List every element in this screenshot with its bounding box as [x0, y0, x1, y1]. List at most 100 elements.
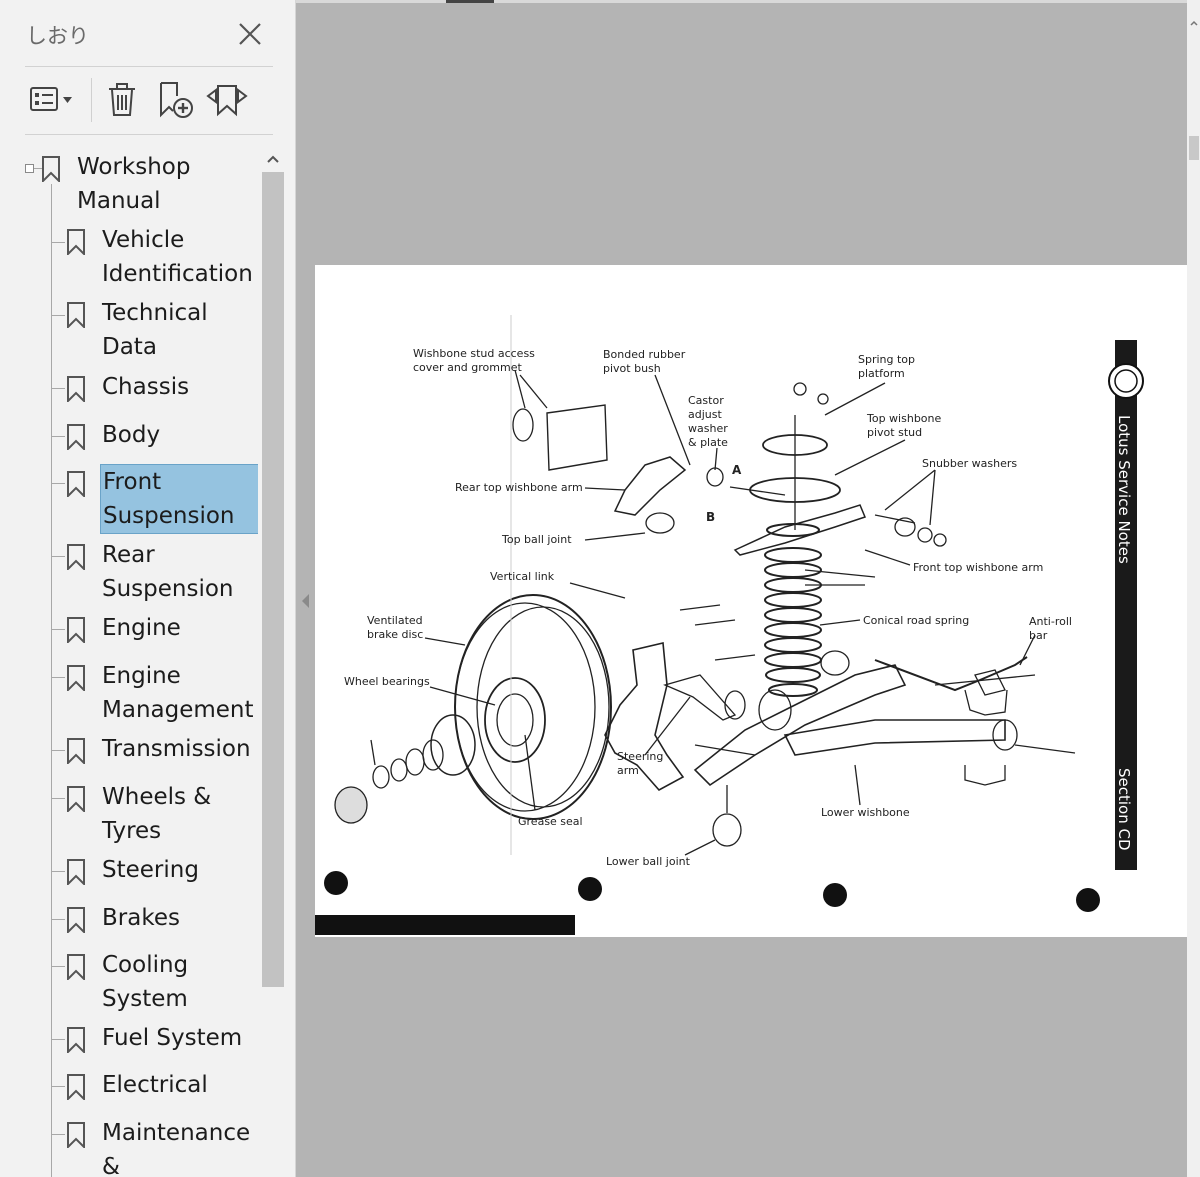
chevron-up-icon[interactable] [265, 152, 281, 166]
label-conical-spring: Conical road spring [863, 614, 969, 627]
lotus-logo [1108, 363, 1144, 399]
divider [25, 134, 273, 135]
document-page: Wishbone stud access cover and grommet Bo… [315, 265, 1187, 937]
bookmark-engine[interactable]: Engine [65, 611, 255, 647]
punch-hole [823, 883, 847, 907]
bookmark-label: Steering [102, 857, 199, 883]
label-wishbone-stud: Wishbone stud access cover and grommet [413, 347, 535, 374]
label-steering-arm: Steering arm [617, 750, 663, 777]
bookmark-label: Cooling System [102, 952, 189, 1012]
bookmark-icon [67, 859, 85, 885]
bookmark-label: Rear Suspension [102, 542, 234, 602]
page-bottom-bar [315, 915, 575, 935]
label-spring-top: Spring top platform [858, 353, 915, 380]
toolbar-divider [91, 78, 92, 122]
label-front-top-arm: Front top wishbone arm [913, 561, 1043, 574]
trash-icon [109, 83, 135, 116]
bookmark-rear-suspension[interactable]: Rear Suspension [65, 538, 255, 608]
bookmark-icon [42, 156, 60, 182]
close-icon[interactable] [236, 20, 264, 48]
collapse-toggle-icon[interactable] [25, 164, 34, 173]
bookmark-label: Engine [102, 615, 181, 641]
panel-title: しおり [26, 24, 89, 48]
label-top-ball-joint: Top ball joint [501, 533, 572, 546]
bookmark-icon [67, 738, 85, 764]
label-top-wishbone-stud: Top wishbone pivot stud [866, 412, 941, 439]
bookmark-label: Brakes [102, 905, 180, 931]
punch-hole [578, 877, 602, 901]
label-castor: Castor adjust washer & plate [688, 394, 728, 449]
delete-bookmark-button[interactable] [104, 78, 140, 122]
document-scrollbar[interactable] [1187, 0, 1200, 1177]
bookmark-label: Transmission [102, 736, 251, 762]
label-lower-ball-joint: Lower ball joint [606, 855, 691, 868]
label-anti-roll: Anti-roll bar [1029, 615, 1072, 642]
bookmark-fuel-system[interactable]: Fuel System [65, 1021, 255, 1057]
sidebar-text-top: Lotus Service Notes [1115, 415, 1133, 564]
scrollbar-thumb[interactable] [1189, 136, 1199, 160]
divider [25, 66, 273, 67]
label-vertical-link: Vertical link [490, 570, 555, 583]
bookmark-icon [67, 1122, 85, 1148]
add-bookmark-button[interactable] [154, 78, 196, 122]
bookmark-steering[interactable]: Steering [65, 853, 255, 889]
bookmark-tree: Workshop Manual Vehicle Identification T… [0, 148, 258, 1177]
document-viewer[interactable]: Wishbone stud access cover and grommet Bo… [296, 0, 1187, 1177]
bookmark-icon [67, 1027, 85, 1053]
label-callout-a: A [732, 463, 742, 477]
bookmark-label: Fuel System [102, 1025, 243, 1051]
bookmark-label: Wheels & Tyres [102, 784, 212, 844]
bookmark-arrows-icon [206, 85, 248, 117]
bookmark-label: Front Suspension [100, 464, 258, 534]
chevron-up-icon[interactable] [1189, 18, 1199, 28]
bookmark-icon [67, 1074, 85, 1100]
bookmark-icon [67, 907, 85, 933]
bookmark-label: Maintenance & Lubrication [102, 1120, 251, 1177]
bookmark-wheels-tyres[interactable]: Wheels & Tyres [65, 780, 255, 850]
options-menu-button[interactable] [26, 78, 78, 122]
label-callout-b: B [706, 510, 715, 524]
bookmark-technical-data[interactable]: Technical Data [65, 296, 255, 366]
bookmark-icon [67, 617, 85, 643]
scrollbar-thumb[interactable] [262, 172, 284, 987]
bookmark-label: Body [102, 422, 161, 448]
label-grease-seal: Grease seal [518, 815, 583, 828]
bookmark-icon [67, 544, 85, 570]
bookmark-front-suspension[interactable]: Front Suspension [65, 464, 258, 535]
bookmark-brakes[interactable]: Brakes [65, 901, 255, 937]
label-wheel-bearings: Wheel bearings [344, 675, 430, 688]
label-snubber: Snubber washers [922, 457, 1017, 470]
bookmark-transmission[interactable]: Transmission [65, 732, 255, 768]
bookmark-workshop-manual[interactable]: Workshop Manual [40, 150, 200, 220]
bookmark-icon [67, 665, 85, 691]
bookmark-chassis[interactable]: Chassis [65, 370, 255, 406]
expand-bookmark-button[interactable] [206, 78, 248, 122]
bookmark-vehicle-identification[interactable]: Vehicle Identification [65, 223, 255, 293]
label-lower-wishbone: Lower wishbone [821, 806, 910, 819]
bookmark-electrical[interactable]: Electrical [65, 1068, 255, 1104]
bookmark-icon [67, 954, 85, 980]
bookmark-icon [67, 471, 85, 497]
label-bonded-rubber: Bonded rubber pivot bush [603, 348, 686, 375]
bookmark-icon [67, 376, 85, 402]
collapse-panel-icon[interactable] [299, 592, 311, 610]
label-ventilated-disc: Ventilated brake disc [367, 614, 423, 641]
bookmark-label: Vehicle Identification [102, 227, 253, 287]
bookmark-cooling-system[interactable]: Cooling System [65, 948, 255, 1018]
punch-hole [324, 871, 348, 895]
bookmark-label: Engine Management [102, 663, 254, 723]
bookmark-body[interactable]: Body [65, 418, 255, 454]
bookmarks-panel: しおり Workshop Manual Vehicle Identificati… [0, 0, 296, 1177]
bookmark-engine-management[interactable]: Engine Management [65, 659, 255, 729]
punch-hole [1076, 888, 1100, 912]
bookmark-label: Workshop Manual [77, 154, 191, 214]
list-options-icon [30, 87, 72, 111]
bookmark-icon [67, 302, 85, 328]
bookmark-label: Electrical [102, 1072, 208, 1098]
front-suspension-diagram: Wishbone stud access cover and grommet Bo… [315, 315, 1144, 935]
bookmark-scrollbar[interactable] [260, 150, 286, 1177]
tree-line [51, 184, 52, 1177]
bookmark-maintenance-lubrication[interactable]: Maintenance & Lubrication [65, 1116, 255, 1177]
bookmark-label: Technical Data [102, 300, 208, 360]
bookmark-icon [67, 786, 85, 812]
